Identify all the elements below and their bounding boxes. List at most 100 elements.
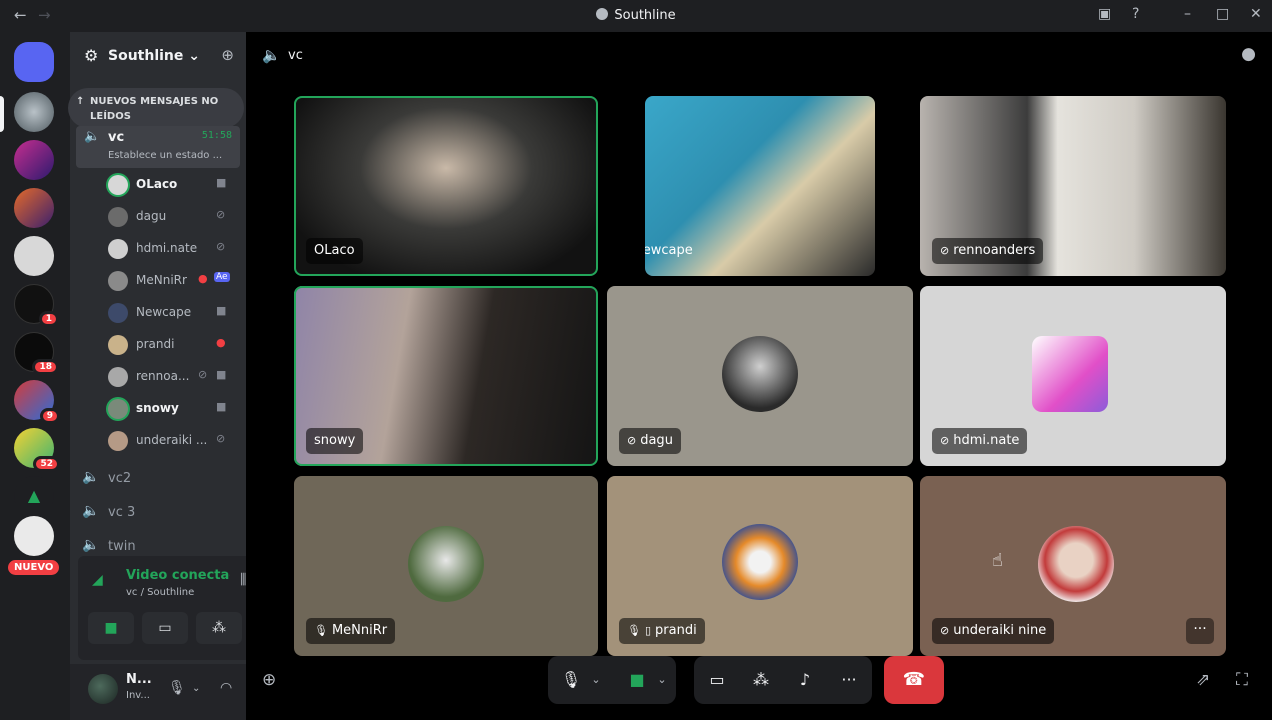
participant-label: ⊘ rennoanders xyxy=(932,238,1044,264)
voice-member[interactable]: underaiki ... ⊘ xyxy=(106,428,236,454)
discord-home-icon[interactable] xyxy=(14,42,54,82)
participant-label: snowy xyxy=(306,428,364,454)
screenshare-icon[interactable]: ▭ xyxy=(700,656,734,704)
inbox-icon[interactable]: ▣ xyxy=(1098,6,1111,22)
screenshare-button[interactable]: ▭ xyxy=(142,612,188,644)
camera-icon[interactable]: ■ xyxy=(622,656,652,704)
more-options-icon[interactable]: ··· xyxy=(1186,618,1214,644)
avatar xyxy=(108,431,128,451)
unread-badge: 9 xyxy=(39,408,60,424)
voice-member[interactable]: Newcape ■ xyxy=(106,300,236,326)
participant-name: prandi xyxy=(655,623,697,638)
chevron-down-icon[interactable]: ⌄ xyxy=(652,656,672,704)
unread-badge: 18 xyxy=(32,359,59,375)
voice-location[interactable]: vc / Southline xyxy=(126,587,194,598)
channel-vc-3[interactable]: 🔈 vc 3 xyxy=(82,500,232,526)
avatar xyxy=(108,335,128,355)
minimize-icon[interactable]: – xyxy=(1184,6,1191,22)
member-name: Newcape xyxy=(136,305,192,319)
video-tile[interactable]: 🎙 ▯ prandi xyxy=(607,476,913,656)
voice-member[interactable]: OLaco ■ xyxy=(106,172,236,198)
video-tile[interactable]: 🎙 MeNniRr xyxy=(294,476,598,656)
server-icon[interactable] xyxy=(14,236,54,276)
server-icon[interactable] xyxy=(14,516,54,556)
avatar xyxy=(108,399,128,419)
server-icon[interactable] xyxy=(14,140,54,180)
video-tile[interactable]: ⊘ dagu xyxy=(607,286,913,466)
video-tile[interactable]: OLaco xyxy=(294,96,598,276)
avatar[interactable] xyxy=(88,674,118,704)
server-icon[interactable]: 18 xyxy=(14,332,59,375)
server-gear-icon: ⚙ xyxy=(84,46,99,65)
add-people-icon[interactable]: ⊕ xyxy=(262,670,276,690)
username[interactable]: N... xyxy=(126,672,152,687)
mic-icon[interactable]: 🎙 xyxy=(168,680,186,696)
voice-member[interactable]: MeNniRr ● Ae xyxy=(106,268,236,294)
voice-member[interactable]: hdmi.nate ⊘ xyxy=(106,236,236,262)
channel-vc-active[interactable]: 🔈 vc 51:58 Establece un estado ... xyxy=(76,126,240,168)
server-header[interactable]: ⚙ Southline ⌄ ⊕ xyxy=(70,32,246,80)
server-icon[interactable]: 1 xyxy=(14,284,59,327)
video-tile[interactable]: ⊘ hdmi.nate xyxy=(920,286,1226,466)
hangup-icon: ☎ xyxy=(902,669,926,690)
invite-icon[interactable]: ⊕ xyxy=(221,46,234,64)
camera-icon: ■ xyxy=(216,304,227,317)
voice-member[interactable]: prandi ● xyxy=(106,332,236,358)
mic-icon: 🎙 xyxy=(627,624,641,637)
mouse-cursor-icon: ☝ xyxy=(992,550,1003,571)
add-server-icon[interactable]: ▲ xyxy=(14,476,54,516)
voice-member[interactable]: dagu ⊘ xyxy=(106,204,236,230)
chat-icon[interactable]: ● xyxy=(1241,44,1256,64)
speaker-icon: 🔈 xyxy=(262,46,281,64)
video-tile[interactable]: Newcape xyxy=(645,96,875,276)
channel-vc2[interactable]: 🔈 vc2 xyxy=(82,466,232,492)
mic-muted-icon: ⊘ xyxy=(216,432,226,445)
chevron-down-icon[interactable]: ⌄ xyxy=(192,683,200,694)
voice-member[interactable]: rennoa... ⊘ ■ xyxy=(106,364,236,390)
speaker-icon: 🔈 xyxy=(84,129,101,144)
server-icon[interactable] xyxy=(14,188,54,228)
unread-banner-text: NUEVOS MENSAJES NO LEÍDOS xyxy=(90,96,219,122)
more-icon[interactable]: ··· xyxy=(832,656,866,704)
server-icon-southline[interactable] xyxy=(14,92,54,132)
participant-name: dagu xyxy=(640,433,673,448)
video-tile[interactable]: ⊘ rennoanders xyxy=(920,96,1226,276)
server-logo-icon xyxy=(596,8,609,20)
activity-icon[interactable]: ⁂ xyxy=(744,656,778,704)
chevron-down-icon[interactable]: ⌄ xyxy=(586,656,606,704)
channel-name: twin xyxy=(108,539,136,554)
help-icon[interactable]: ? xyxy=(1132,6,1139,22)
maximize-icon[interactable]: □ xyxy=(1216,6,1229,22)
close-icon[interactable]: ✕ xyxy=(1250,6,1262,22)
mic-muted-icon: ⊘ xyxy=(198,368,208,381)
camera-button[interactable]: ■ xyxy=(88,612,134,644)
hangup-button[interactable]: ☎ xyxy=(884,656,944,704)
unread-messages-banner[interactable]: ↑ NUEVOS MENSAJES NO LEÍDOS xyxy=(68,88,244,128)
member-name: underaiki ... xyxy=(136,433,208,447)
mic-icon[interactable]: 🎙 xyxy=(558,656,584,704)
popout-icon[interactable]: ⇗ xyxy=(1196,670,1210,690)
member-name: dagu xyxy=(136,209,167,223)
user-status: Inv... xyxy=(126,690,150,701)
camera-icon: ■ xyxy=(216,400,227,413)
status-prompt[interactable]: Establece un estado ... xyxy=(108,150,222,161)
member-name: snowy xyxy=(136,401,179,415)
avatar xyxy=(108,367,128,387)
participant-label: ⊘ underaiki nine xyxy=(932,618,1055,644)
participant-label: 🎙 MeNniRr xyxy=(306,618,396,644)
voice-status[interactable]: Video conectac xyxy=(126,568,230,583)
channel-name: vc 3 xyxy=(108,505,136,520)
fullscreen-icon[interactable]: ⛶ xyxy=(1236,670,1248,690)
server-rail: 1 18 9 52 ▲ NUEVO xyxy=(0,32,70,720)
video-tile[interactable]: snowy xyxy=(294,286,598,466)
participant-label: 🎙 ▯ prandi xyxy=(619,618,705,644)
server-icon[interactable]: 52 xyxy=(14,428,60,472)
voice-member[interactable]: snowy ■ xyxy=(106,396,236,422)
headphones-icon[interactable]: ◠ xyxy=(220,680,232,696)
title-bar: ← → Southline ▣ ? – □ ✕ xyxy=(0,0,1272,32)
video-tile[interactable]: ⊘ underaiki nine ··· xyxy=(920,476,1226,656)
soundboard-icon[interactable]: ♪ xyxy=(788,656,822,704)
activity-button[interactable]: ⁂ xyxy=(196,612,242,644)
server-icon[interactable]: 9 xyxy=(14,380,60,424)
participant-avatar xyxy=(1038,526,1114,602)
